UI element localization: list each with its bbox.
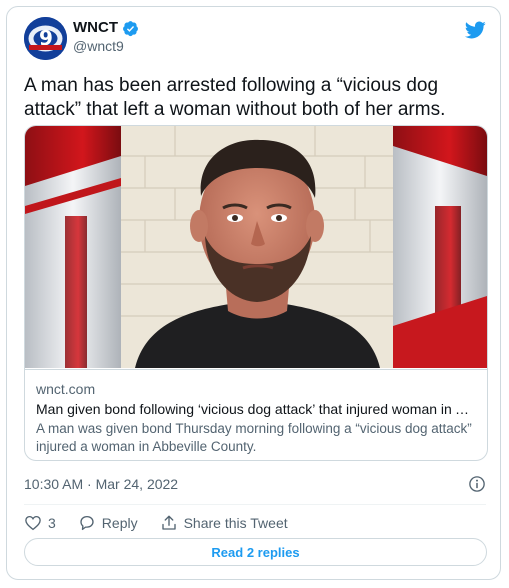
- divider: [24, 504, 486, 505]
- info-icon[interactable]: [468, 475, 486, 493]
- twitter-bird-icon[interactable]: [464, 19, 486, 41]
- author-name-label: WNCT: [73, 19, 118, 36]
- action-bar: 3 Reply Share this Tweet: [24, 512, 310, 534]
- tweet-card: 9 WNCT @wnct9 A man has been arrested fo…: [6, 6, 501, 580]
- link-info[interactable]: wnct.com Man given bond following ‘vicio…: [25, 369, 487, 460]
- link-preview-card[interactable]: wnct.com Man given bond following ‘vicio…: [24, 125, 488, 461]
- author-handle[interactable]: @wnct9: [73, 38, 124, 54]
- read-replies-label: Read 2 replies: [211, 544, 300, 560]
- speech-bubble-icon: [80, 515, 94, 531]
- reply-button[interactable]: Reply: [78, 514, 138, 532]
- like-count: 3: [48, 515, 56, 531]
- verified-badge-icon: [123, 20, 138, 36]
- avatar[interactable]: 9: [24, 17, 67, 60]
- share-icon: [161, 515, 176, 530]
- link-title: Man given bond following ‘vicious dog at…: [36, 401, 476, 417]
- heart-icon: [25, 515, 41, 531]
- author-name[interactable]: WNCT: [73, 19, 139, 37]
- link-description: A man was given bond Thursday morning fo…: [36, 421, 472, 454]
- share-button[interactable]: Share this Tweet: [160, 514, 288, 532]
- timestamp[interactable]: 10:30 AM · Mar 24, 2022: [24, 476, 178, 492]
- share-label: Share this Tweet: [183, 515, 288, 531]
- read-replies-button[interactable]: Read 2 replies: [24, 538, 487, 566]
- link-domain: wnct.com: [36, 381, 96, 397]
- like-button[interactable]: 3: [24, 514, 56, 532]
- tweet-text: A man has been arrested following a “vic…: [24, 75, 446, 120]
- mugshot-image: [25, 126, 487, 368]
- wnct-logo-icon: 9: [24, 17, 67, 60]
- reply-label: Reply: [101, 515, 138, 531]
